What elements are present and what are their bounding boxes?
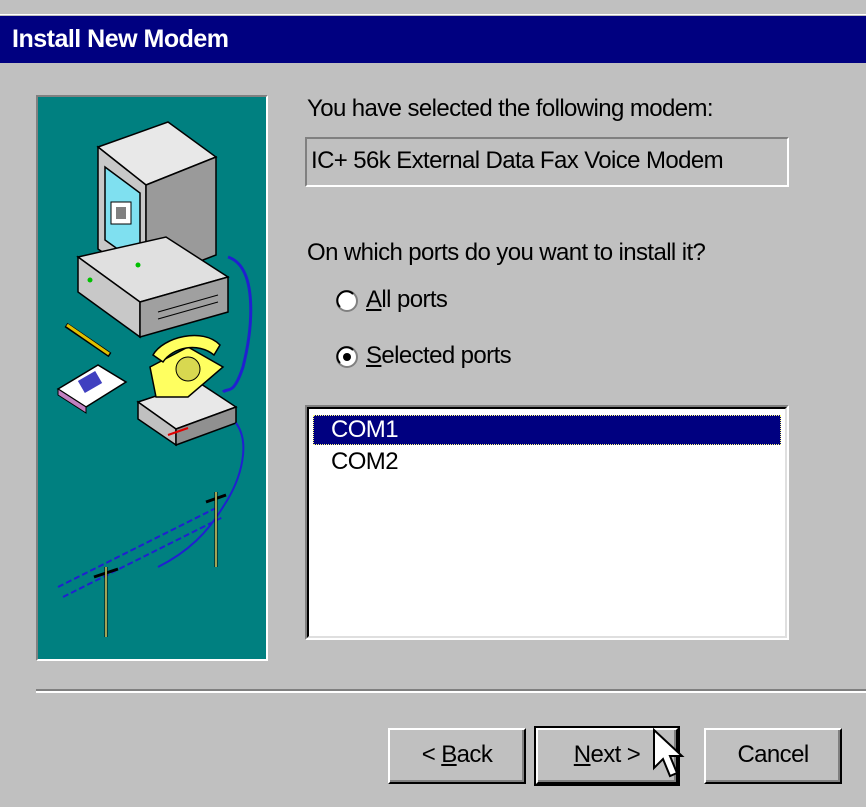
radio-all-ports[interactable] [336, 290, 358, 312]
computer-modem-illustration [56, 121, 253, 637]
window-title-bar[interactable]: Install New Modem [0, 16, 866, 63]
radio-selected-ports[interactable] [336, 346, 358, 368]
cancel-button[interactable]: Cancel [704, 728, 842, 784]
selected-modem-label: You have selected the following modem: [307, 95, 714, 122]
radio-all-ports-label[interactable]: All ports [366, 286, 448, 314]
radio-selected-ports-label[interactable]: Selected ports [366, 342, 512, 370]
ports-listbox-inner: COM1 COM2 [307, 407, 787, 638]
radio-checked-icon [336, 346, 358, 368]
radio-unchecked-icon [336, 290, 358, 312]
button-separator [36, 689, 866, 693]
wizard-illustration [36, 95, 268, 661]
port-item-com2[interactable]: COM2 [313, 447, 781, 477]
cursor-arrow-icon [653, 728, 685, 778]
window-title: Install New Modem [12, 25, 229, 53]
ports-listbox[interactable]: COM1 COM2 [305, 405, 789, 640]
window-top-edge [0, 0, 866, 15]
modem-name-field: IC+ 56k External Data Fax Voice Modem [305, 137, 789, 187]
back-button[interactable]: < Back [388, 728, 526, 784]
port-item-com1[interactable]: COM1 [313, 415, 781, 445]
ports-question-label: On which ports do you want to install it… [307, 239, 706, 266]
